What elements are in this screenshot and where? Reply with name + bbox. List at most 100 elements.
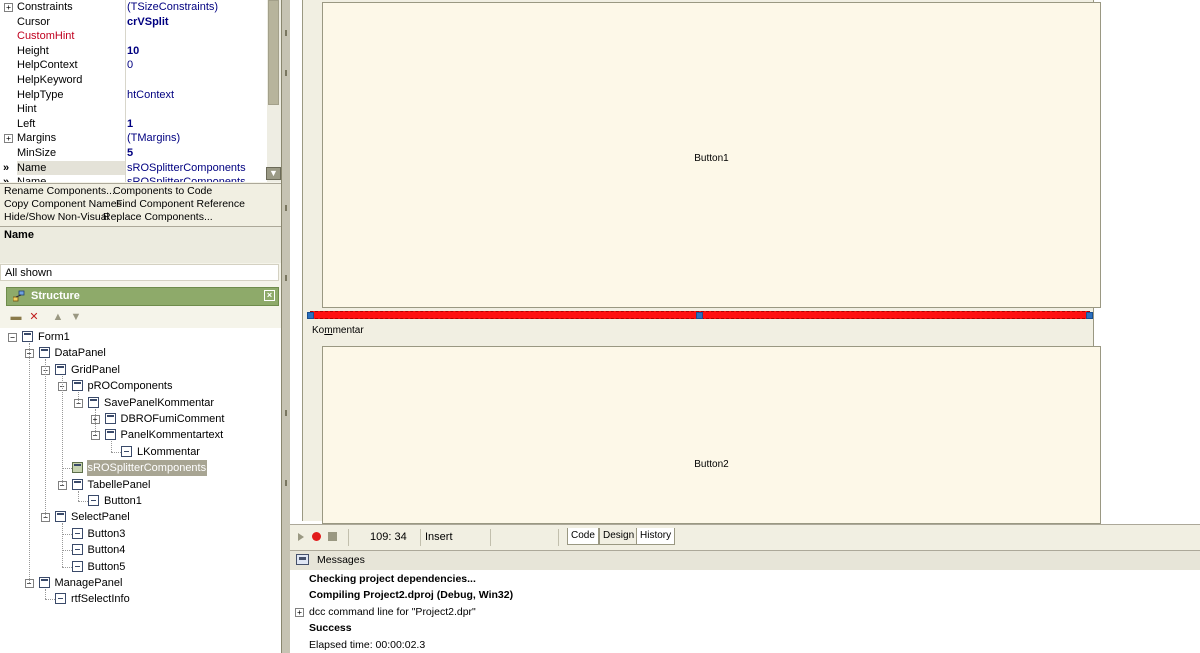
separator [348, 529, 349, 546]
kommentar-label[interactable]: Kommentar [312, 325, 364, 336]
separator [558, 529, 559, 546]
property-value[interactable]: sROSplitterComponents [127, 161, 246, 176]
tree-node-panelkommentartext[interactable]: − PanelKommentartext [0, 427, 281, 443]
left-pane: + Constraints (TSizeConstraints) Cursor crVS… [0, 0, 283, 653]
inspector-link[interactable]: Rename Components... [4, 185, 115, 197]
property-value[interactable]: (TMargins) [127, 131, 180, 146]
button1-component[interactable]: Button1 [322, 2, 1101, 308]
property-value[interactable]: 10 [127, 44, 139, 59]
property-row[interactable]: HelpKeyword [0, 73, 267, 88]
structure-title: Structure [31, 290, 80, 302]
property-row[interactable]: » Name sROSplitterComponents [0, 160, 267, 176]
tree-connector [61, 566, 72, 568]
tree-node-lkommentar[interactable]: LKommentar [0, 444, 281, 460]
play-icon[interactable] [298, 533, 304, 541]
inspector-link[interactable]: Hide/Show Non-Visual [4, 211, 109, 223]
property-row[interactable]: HelpType htContext [0, 88, 267, 103]
selection-handle-left[interactable] [307, 312, 314, 319]
panel-icon [104, 413, 116, 424]
record-icon[interactable] [312, 532, 321, 541]
button2-component[interactable]: Button2 [322, 346, 1101, 524]
inspector-link[interactable]: Components to Code [113, 185, 212, 197]
splitter-grip [285, 205, 287, 211]
tree-node-button3[interactable]: Button3 [0, 526, 281, 542]
tree-node-datapanel[interactable]: − DataPanel [0, 345, 281, 361]
property-value[interactable]: htContext [127, 88, 174, 103]
expand-icon[interactable]: + [295, 607, 304, 617]
property-grid-divider[interactable] [125, 0, 126, 182]
inspector-link[interactable]: Copy Component Names [4, 198, 122, 210]
property-value[interactable]: sROSplitterComponents [127, 175, 246, 182]
property-row[interactable]: HelpContext 0 [0, 58, 267, 73]
tree-node-selectpanel[interactable]: − SelectPanel [0, 509, 281, 525]
tree-node-savepanelkommentar[interactable]: − SavePanelKommentar [0, 395, 281, 411]
selection-handle-right[interactable] [1086, 312, 1093, 319]
property-row-partial[interactable]: » NamesROSplitterComponents [0, 175, 267, 182]
tab-history[interactable]: History [636, 528, 676, 545]
splitter-grip [285, 410, 287, 416]
property-value[interactable]: (TSizeConstraints) [127, 0, 218, 15]
tab-code[interactable]: Code [567, 528, 599, 545]
tree-connector [78, 490, 79, 501]
tree-node-procomponents[interactable]: − pROComponents [0, 378, 281, 394]
inspector-link[interactable]: Find Component Reference [116, 198, 245, 210]
expand-icon[interactable]: + [4, 3, 13, 12]
tree-node-srosplittercomponents[interactable]: sROSplitterComponents [0, 460, 281, 477]
splitter-grip [285, 275, 287, 281]
property-row[interactable]: Hint [0, 102, 267, 117]
button2-caption: Button2 [694, 459, 729, 470]
tree-node-button4[interactable]: Button4 [0, 542, 281, 558]
property-value[interactable]: 1 [127, 117, 133, 132]
property-row[interactable]: Cursor crVSplit [0, 15, 267, 30]
close-icon[interactable]: × [264, 290, 275, 301]
property-description: Name [0, 226, 281, 263]
property-row[interactable]: Left 1 [0, 117, 267, 132]
message-line: Compiling Project2.dproj (Debug, Win32) [309, 589, 514, 602]
tree-node-dbrofumicomment[interactable]: + DBROFumiComment [0, 411, 281, 427]
tab-design[interactable]: Design [599, 528, 639, 545]
scroll-down-icon[interactable]: ▼ [266, 167, 281, 180]
delete-icon[interactable]: ✕ [26, 309, 42, 325]
property-name: Margins [17, 132, 57, 145]
messages-list: Checking project dependencies... Compilin… [290, 570, 1200, 653]
collapse-icon[interactable]: − [8, 333, 17, 342]
description-title: Name [4, 229, 34, 241]
stop-icon[interactable] [328, 532, 337, 541]
message-line: Success [309, 622, 352, 635]
panel-icon [55, 363, 66, 375]
tree-node-managepanel[interactable]: − ManagePanel [0, 575, 281, 591]
expand-icon[interactable]: + [4, 134, 13, 144]
property-name: Name [17, 160, 125, 176]
property-scrollbar-thumb[interactable] [268, 0, 279, 105]
property-row[interactable]: CustomHint [0, 29, 267, 44]
property-value[interactable]: crVSplit [127, 15, 169, 30]
tree-node-label: rtfSelectInfo [71, 593, 130, 606]
pane-splitter[interactable] [281, 0, 290, 653]
tree-node-button5[interactable]: Button5 [0, 559, 281, 575]
arrow-up-icon[interactable]: ▲ [50, 309, 66, 325]
property-value[interactable]: 0 [127, 58, 133, 73]
tree-connector [28, 343, 30, 583]
structure-tree: − Form1 − DataPanel − GridPanel − pROComponents… [0, 328, 281, 653]
property-row[interactable]: + Margins (TMargins) [0, 131, 267, 146]
arrow-down-icon[interactable]: ▼ [68, 309, 84, 325]
tree-node-button1[interactable]: Button1 [0, 493, 281, 509]
message-line: dcc command line for "Project2.dpr" [309, 605, 476, 618]
inspector-link[interactable]: Replace Components... [103, 211, 213, 223]
folder-icon[interactable]: ▬ [8, 309, 24, 325]
tree-node-label: DataPanel [54, 347, 106, 360]
tree-node-tabellepanel[interactable]: − TabellePanel [0, 477, 281, 493]
property-row[interactable]: + Constraints (TSizeConstraints) [0, 0, 267, 15]
tree-node-label: sROSplitterComponents [86, 460, 208, 477]
tree-node-rtfselectinfo[interactable]: rtfSelectInfo [0, 591, 281, 607]
structure-header: Structure × [6, 287, 279, 306]
tree-node-gridpanel[interactable]: − GridPanel [0, 362, 281, 378]
property-row[interactable]: MinSize 5 [0, 146, 267, 161]
property-value[interactable]: 5 [127, 146, 133, 161]
tree-node-label: pROComponents [87, 380, 173, 393]
tree-node-form1[interactable]: − Form1 [0, 329, 281, 345]
cursor-position: 109: 34 [370, 531, 407, 543]
panel-icon [38, 347, 50, 359]
property-row[interactable]: Height 10 [0, 44, 267, 59]
selection-handle-center[interactable] [696, 312, 703, 319]
